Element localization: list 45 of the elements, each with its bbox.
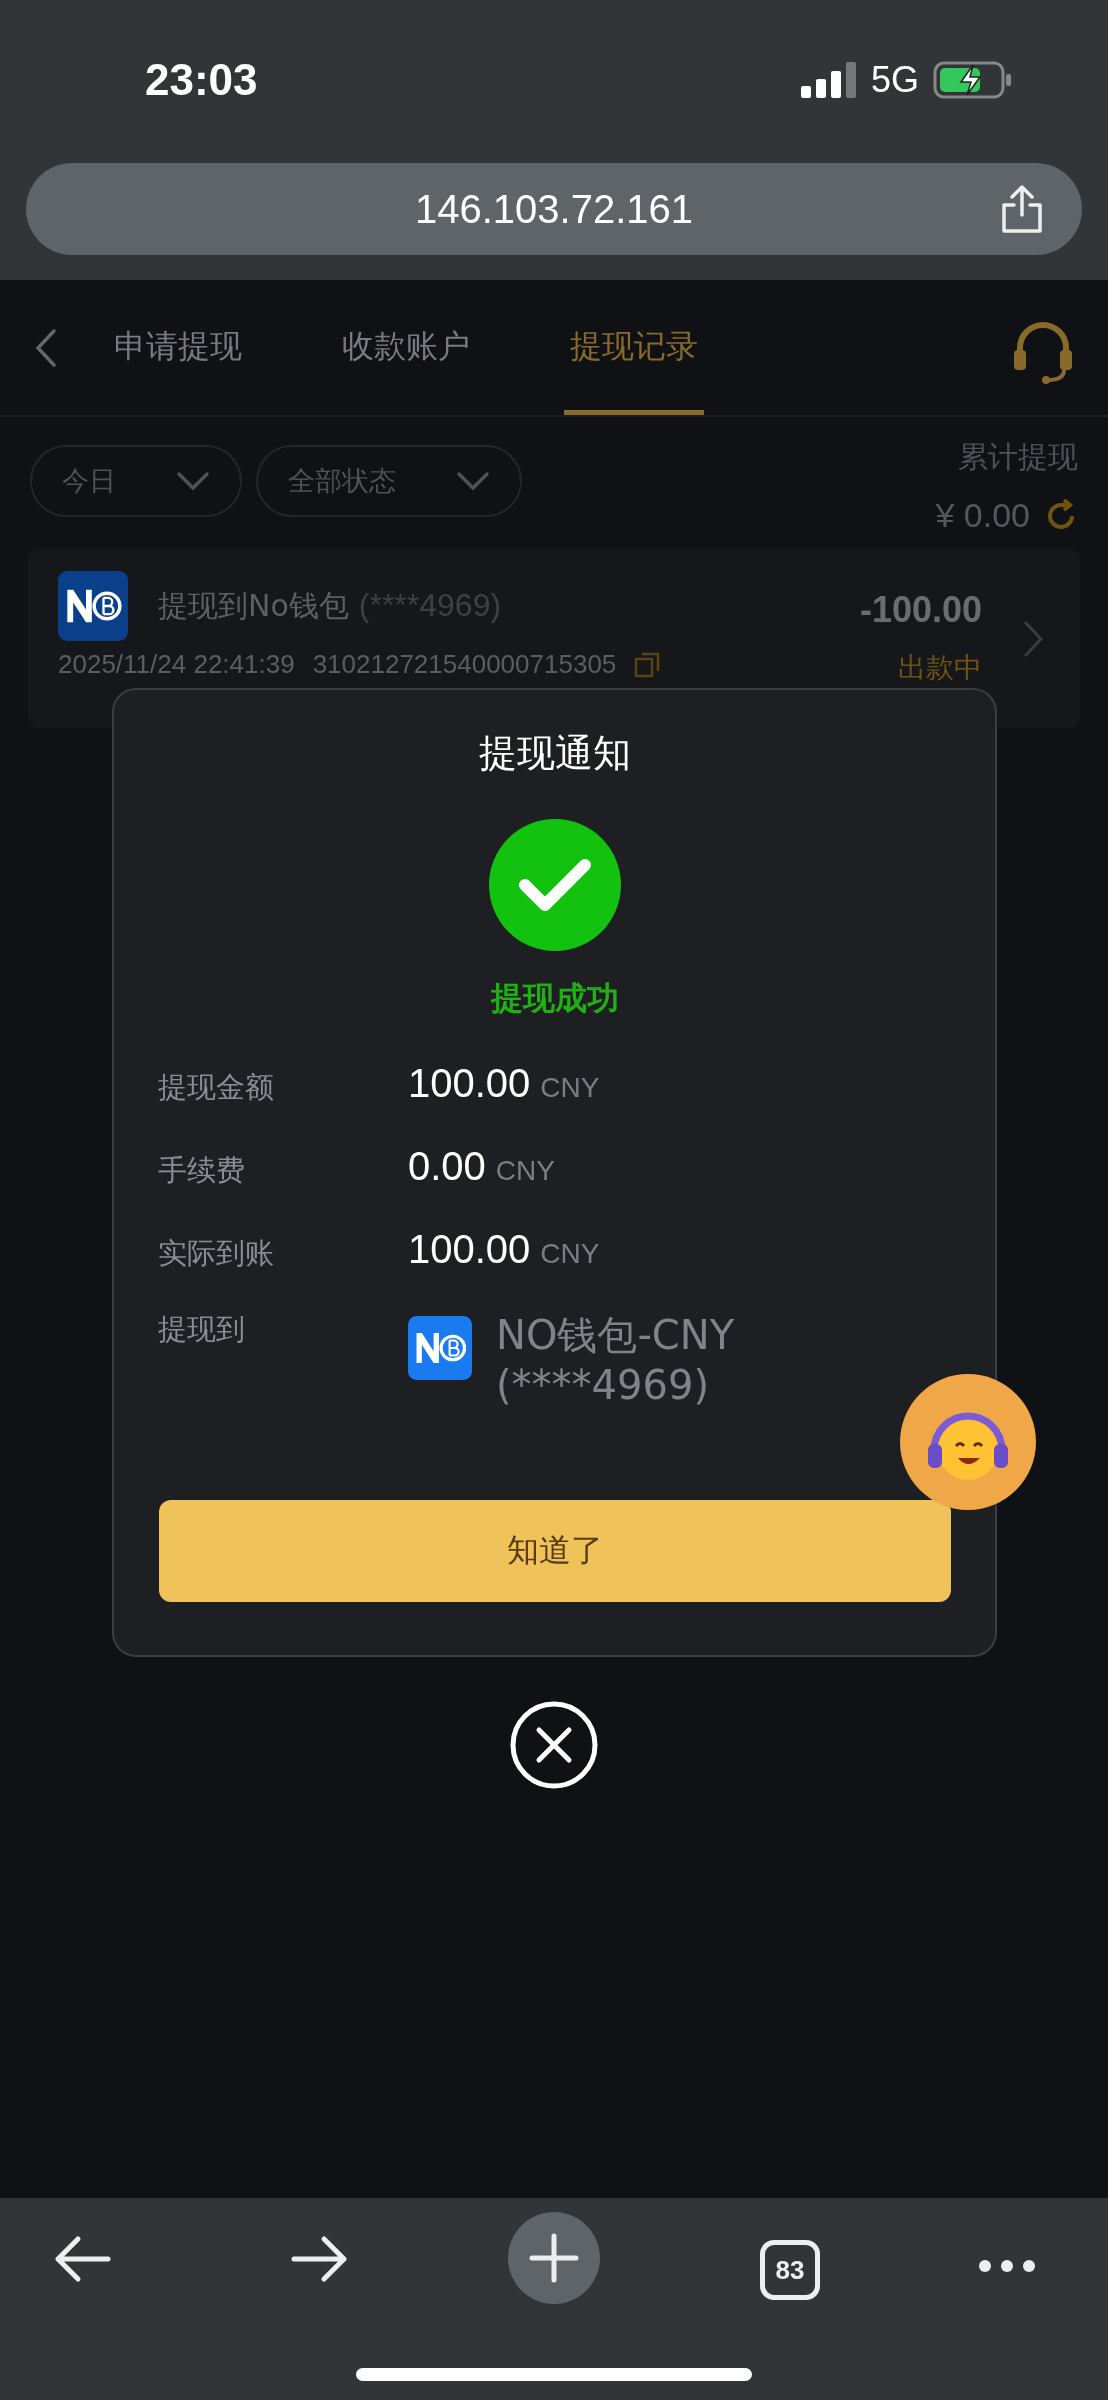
detail-label: 手续费 [158, 1152, 246, 1189]
detail-label: 实际到账 [158, 1235, 275, 1272]
signal-icon [800, 62, 857, 98]
currency-unit: CNY [495, 1155, 555, 1187]
more-icon[interactable] [978, 2258, 1036, 2274]
address-bar[interactable]: 146.103.72.161 [26, 163, 1082, 255]
chevron-down-icon [176, 471, 210, 491]
record-datetime: 2025/11/24 22:41:39 [58, 649, 295, 680]
filter-dropdown[interactable]: 全部状态 [256, 445, 522, 517]
currency-unit: CNY [540, 1238, 600, 1270]
share-icon[interactable] [1000, 185, 1044, 233]
dialog-title: 提现通知 [478, 730, 631, 777]
close-icon[interactable] [509, 1700, 599, 1790]
network-label: 5G [870, 59, 919, 101]
wallet-logo-icon [408, 1316, 472, 1380]
record-amount: -100.00 [859, 589, 982, 631]
filter-dropdown[interactable]: 今日 [30, 445, 242, 517]
nav-tab[interactable]: 收款账户 [336, 280, 476, 415]
detail-value: 100.00 [408, 1061, 531, 1106]
status-time: 23:03 [145, 55, 258, 105]
confirm-button[interactable]: 知道了 [158, 1500, 951, 1602]
nav-tab[interactable]: 提现记录 [564, 280, 704, 415]
record-status: 出款中 [898, 650, 982, 686]
chevron-right-icon [1022, 619, 1044, 659]
wallet-account: (****4969) [496, 1361, 710, 1410]
order-number: 310212721540000715305 [312, 649, 617, 680]
url-text: 146.103.72.161 [414, 186, 693, 232]
detail-label: 提现到 [158, 1311, 246, 1348]
summary-label: 累计提现 [958, 438, 1078, 476]
currency-unit: CNY [540, 1072, 600, 1104]
new-tab-icon[interactable] [508, 2212, 600, 2304]
wallet-logo-icon [58, 571, 128, 641]
wallet-name: NO钱包-CNY [496, 1311, 735, 1360]
chevron-down-icon [456, 471, 490, 491]
detail-value: 0.00 [408, 1144, 486, 1189]
battery-charging-icon [933, 61, 1013, 99]
tab-count-button[interactable]: 83 [760, 2240, 820, 2300]
summary-total: ¥ 0.00 [935, 496, 1030, 535]
detail-value: 100.00 [408, 1227, 531, 1272]
detail-label: 提现金额 [158, 1069, 275, 1106]
back-chevron-icon[interactable] [34, 327, 58, 368]
result-text: 提现成功 [490, 978, 619, 1019]
nav-tab[interactable]: 申请提现 [108, 280, 248, 415]
support-mascot-icon[interactable] [900, 1374, 1036, 1510]
success-check-icon [488, 819, 621, 951]
